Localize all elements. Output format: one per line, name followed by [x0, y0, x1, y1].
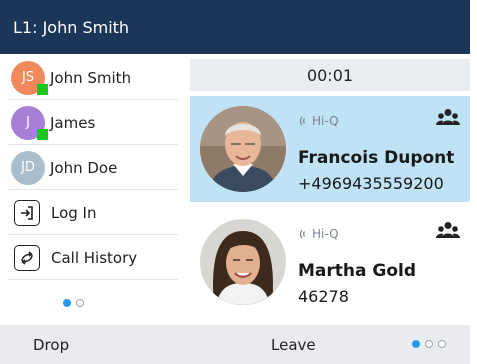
- caller-photo-martha-gold: [200, 219, 286, 305]
- contact-name: John Doe: [50, 158, 118, 177]
- page-dot: [425, 340, 433, 348]
- sidebar: JS John Smith J James JD John Doe Log In…: [0, 54, 190, 325]
- caller-number: +4969435559200: [298, 174, 444, 193]
- call-item[interactable]: Hi-Q Martha Gold 46278: [190, 209, 470, 315]
- sidebar-item-log-in[interactable]: Log In: [8, 191, 178, 235]
- softkey-bar: Drop Leave: [0, 325, 470, 364]
- avatar: JD: [11, 150, 45, 185]
- page-dot: [76, 299, 84, 307]
- page-dot-active: [63, 299, 71, 307]
- page-dot-active: [412, 340, 420, 348]
- codec-text: Hi-Q: [312, 227, 339, 241]
- avatar-initials: JD: [21, 160, 35, 175]
- conference-icon: [436, 221, 460, 243]
- page-dot: [438, 340, 446, 348]
- caller-photo-francois-dupont: [200, 106, 286, 192]
- call-item-active[interactable]: Hi-Q Francois Dupont +4969435559200: [190, 96, 470, 202]
- sidebar-item-label: Log In: [51, 203, 97, 222]
- sidebar-contact-james[interactable]: J James: [8, 101, 178, 145]
- avatar-initials: J: [26, 115, 30, 130]
- sidebar-item-label: Call History: [51, 248, 138, 267]
- caller-name: Francois Dupont: [298, 148, 455, 168]
- contact-name: James: [50, 113, 96, 132]
- drop-button[interactable]: Drop: [33, 325, 69, 364]
- line-header: L1: John Smith: [0, 0, 470, 54]
- sidebar-page-indicator[interactable]: [63, 299, 84, 307]
- login-icon: [14, 199, 40, 226]
- avatar: J: [11, 105, 48, 140]
- contact-name: John Smith: [50, 68, 132, 87]
- presence-available-icon: [37, 83, 48, 95]
- caller-number: 46278: [298, 287, 349, 306]
- call-timer-text: 00:01: [306, 65, 354, 85]
- hd-audio-icon: [299, 229, 306, 239]
- codec-label: Hi-Q: [298, 227, 339, 241]
- softkey-page-indicator[interactable]: [412, 340, 446, 348]
- avatar: JS: [11, 60, 48, 95]
- call-panel: 00:01 Hi-Q Francois Dupont +496943555920…: [190, 54, 470, 325]
- caller-name: Martha Gold: [298, 261, 417, 281]
- avatar-initials: JS: [21, 70, 35, 85]
- sidebar-contact-john-doe[interactable]: JD John Doe: [8, 146, 178, 190]
- leave-label: Leave: [271, 335, 316, 354]
- call-timer: 00:01: [190, 59, 470, 91]
- drop-label: Drop: [33, 335, 70, 354]
- phone-screen: L1: John Smith JS John Smith J James JD …: [0, 0, 477, 364]
- sidebar-contact-john-smith[interactable]: JS John Smith: [8, 56, 178, 100]
- presence-available-icon: [37, 128, 48, 140]
- codec-label: Hi-Q: [298, 114, 339, 128]
- conference-icon: [436, 108, 460, 130]
- sidebar-item-call-history[interactable]: Call History: [8, 236, 178, 280]
- leave-button[interactable]: Leave: [271, 325, 316, 364]
- call-history-icon: [14, 244, 40, 271]
- hd-audio-icon: [299, 116, 306, 126]
- screen-edge: [470, 0, 477, 364]
- line-label: L1: John Smith: [13, 17, 130, 37]
- codec-text: Hi-Q: [312, 114, 339, 128]
